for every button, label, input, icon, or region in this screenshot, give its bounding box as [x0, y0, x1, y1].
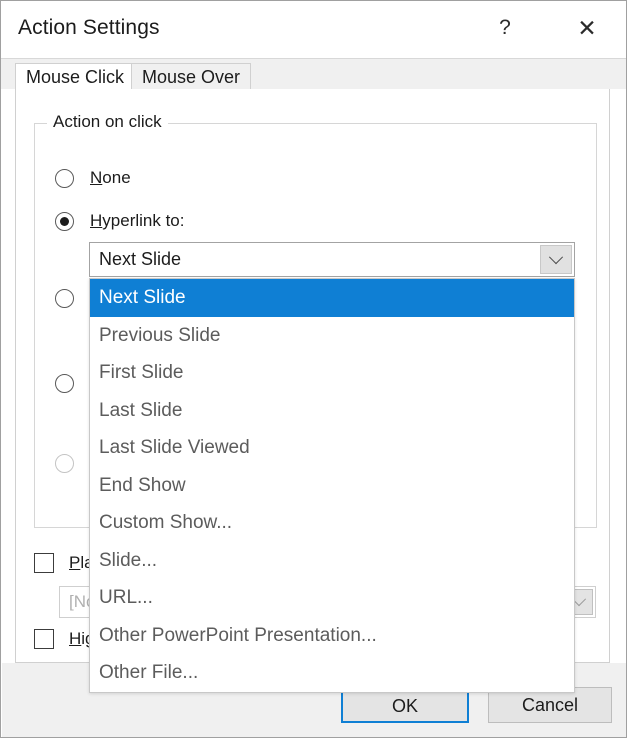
tab-strip: Mouse Click Mouse Over	[1, 58, 626, 91]
hyperlink-dropdown-list[interactable]: Next Slide Previous Slide First Slide La…	[89, 278, 575, 693]
radio-label-none: None	[90, 168, 131, 187]
action-settings-dialog: Action Settings ? ✕ Mouse Click Mouse Ov…	[0, 0, 627, 738]
list-item[interactable]: Last Slide	[90, 392, 574, 430]
radio-circle-run-macro	[55, 373, 74, 393]
radio-circle-run-program	[55, 288, 74, 308]
list-item[interactable]: Last Slide Viewed	[90, 429, 574, 467]
list-item[interactable]: End Show	[90, 467, 574, 505]
chevron-down-icon[interactable]	[540, 245, 572, 274]
radio-label-hyperlink-to: Hyperlink to:	[90, 211, 185, 230]
page-title: Action Settings	[18, 16, 160, 39]
list-item[interactable]: First Slide	[90, 354, 574, 392]
radio-circle-hyperlink-to	[55, 211, 74, 231]
radio-circle-object-action	[55, 453, 74, 473]
list-item[interactable]: Next Slide	[90, 279, 574, 317]
tab-mouse-click[interactable]: Mouse Click	[15, 63, 136, 91]
checkbox-box-highlight-click	[34, 629, 54, 649]
radio-hyperlink-to[interactable]: Hyperlink to:	[55, 209, 184, 233]
list-item[interactable]: URL...	[90, 579, 574, 617]
list-item[interactable]: Custom Show...	[90, 504, 574, 542]
title-bar: Action Settings ? ✕	[1, 1, 626, 58]
radio-none[interactable]: None	[55, 166, 131, 190]
tab-mouse-over[interactable]: Mouse Over	[131, 63, 252, 91]
list-item[interactable]: Previous Slide	[90, 317, 574, 355]
radio-circle-none	[55, 168, 74, 188]
help-icon[interactable]: ?	[485, 11, 525, 45]
list-item[interactable]: Slide...	[90, 542, 574, 580]
close-icon[interactable]: ✕	[567, 11, 607, 45]
checkbox-box-play-sound	[34, 553, 54, 573]
hyperlink-combobox[interactable]: Next Slide	[89, 242, 575, 277]
list-item[interactable]: Other File...	[90, 654, 574, 692]
action-on-click-legend: Action on click	[47, 112, 168, 132]
list-item[interactable]: Other PowerPoint Presentation...	[90, 617, 574, 655]
hyperlink-combobox-value: Next Slide	[99, 249, 182, 269]
